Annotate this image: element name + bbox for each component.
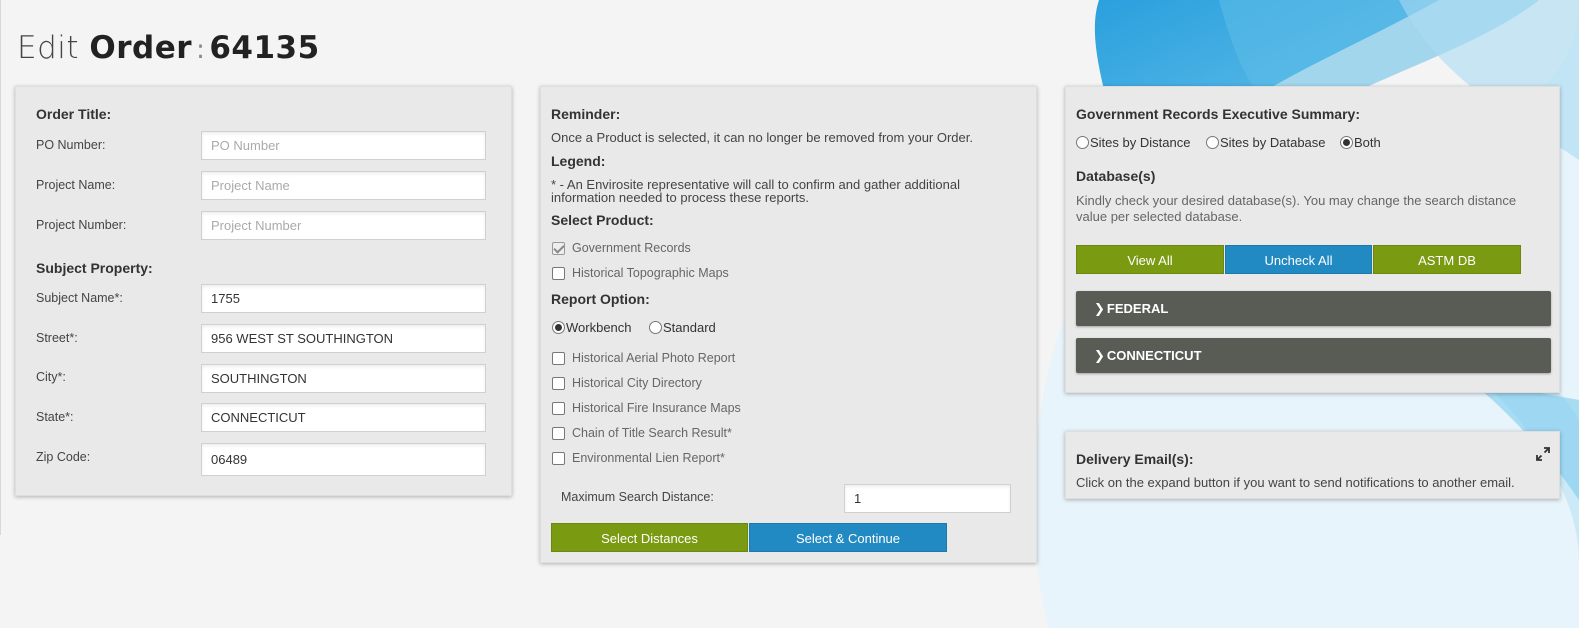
summary-option-label: Sites by Distance	[1090, 135, 1191, 150]
checkbox-checked-icon[interactable]	[552, 241, 565, 255]
checkbox-icon[interactable]	[552, 266, 565, 280]
checkbox-icon[interactable]	[552, 351, 565, 365]
summary-option-label: Sites by Database	[1220, 135, 1326, 150]
astm-db-button[interactable]: ASTM DB	[1373, 245, 1521, 274]
government-records-panel: Government Records Executive Summary: Si…	[1065, 86, 1560, 393]
report-chain-of-title[interactable]: Chain of Title Search Result*	[552, 426, 732, 440]
option-workbench[interactable]: Workbench	[552, 320, 632, 335]
expand-icon[interactable]	[1535, 446, 1551, 462]
report-label: Chain of Title Search Result*	[572, 426, 732, 440]
option-standard[interactable]: Standard	[649, 320, 716, 335]
reminder-text: Once a Product is selected, it can no lo…	[551, 130, 973, 145]
section-connecticut[interactable]: ❯ CONNECTICUT	[1076, 338, 1551, 373]
left-edge-line	[0, 0, 1, 535]
option-label: Workbench	[566, 320, 632, 335]
checkbox-icon[interactable]	[552, 426, 565, 440]
checkbox-icon[interactable]	[552, 401, 565, 415]
product-label: Government Records	[572, 241, 691, 255]
state-label: State*:	[36, 410, 74, 424]
state-input[interactable]	[201, 403, 486, 432]
product-label: Historical Topographic Maps	[572, 266, 729, 280]
select-continue-button[interactable]: Select & Continue	[749, 523, 947, 552]
zip-code-input[interactable]	[201, 443, 486, 476]
product-selection-panel: Reminder: Once a Product is selected, it…	[540, 86, 1037, 563]
max-distance-label: Maximum Search Distance:	[561, 490, 714, 504]
radio-icon[interactable]	[1076, 136, 1089, 149]
po-number-label: PO Number:	[36, 138, 106, 152]
street-label: Street*:	[36, 331, 78, 345]
project-name-input[interactable]	[201, 171, 486, 200]
max-distance-input[interactable]	[844, 484, 1011, 513]
project-number-label: Project Number:	[36, 218, 127, 232]
page-title: Edit Order:64135	[17, 30, 320, 66]
title-edit: Edit	[17, 30, 80, 66]
view-all-button[interactable]: View All	[1076, 245, 1224, 274]
street-input[interactable]	[201, 324, 486, 353]
radio-selected-icon[interactable]	[1340, 136, 1353, 149]
legend-line-2: information needed to process these repo…	[551, 190, 809, 205]
section-label: CONNECTICUT	[1106, 348, 1202, 363]
report-environmental-lien[interactable]: Environmental Lien Report*	[552, 451, 725, 465]
subject-property-heading: Subject Property:	[36, 260, 153, 276]
order-title-heading: Order Title:	[36, 106, 112, 122]
report-label: Historical Fire Insurance Maps	[572, 401, 741, 415]
order-details-panel: Order Title: PO Number: Project Name: Pr…	[15, 86, 512, 496]
summary-sites-by-distance[interactable]: Sites by Distance	[1076, 135, 1190, 150]
summary-both[interactable]: Both	[1340, 135, 1381, 150]
select-product-heading: Select Product:	[551, 212, 654, 228]
delivery-email-panel: Delivery Email(s): Click on the expand b…	[1065, 431, 1560, 499]
radio-icon[interactable]	[649, 321, 662, 334]
section-federal[interactable]: ❯ FEDERAL	[1076, 291, 1551, 326]
zip-code-label: Zip Code:	[36, 450, 91, 464]
select-distances-button[interactable]: Select Distances	[551, 523, 748, 552]
subject-name-label: Subject Name*:	[36, 291, 123, 305]
report-historical-aerial-photo[interactable]: Historical Aerial Photo Report	[552, 351, 735, 365]
option-label: Standard	[663, 320, 716, 335]
order-number: 64135	[209, 30, 320, 66]
legend-heading: Legend:	[551, 153, 606, 169]
summary-sites-by-database[interactable]: Sites by Database	[1206, 135, 1326, 150]
product-government-records[interactable]: Government Records	[552, 241, 691, 255]
report-option-heading: Report Option:	[551, 291, 650, 307]
report-label: Historical Aerial Photo Report	[572, 351, 736, 365]
checkbox-icon[interactable]	[552, 376, 565, 390]
checkbox-icon[interactable]	[552, 451, 565, 465]
project-name-label: Project Name:	[36, 178, 116, 192]
chevron-right-icon: ❯	[1094, 300, 1105, 316]
gov-summary-heading: Government Records Executive Summary:	[1076, 106, 1360, 122]
reminder-heading: Reminder:	[551, 106, 621, 122]
city-label: City*:	[36, 370, 66, 384]
uncheck-all-button[interactable]: Uncheck All	[1225, 245, 1372, 274]
city-input[interactable]	[201, 364, 486, 393]
po-number-input[interactable]	[201, 131, 486, 160]
section-label: FEDERAL	[1106, 301, 1169, 316]
databases-text-1: Kindly check your desired database(s). Y…	[1076, 193, 1517, 208]
subject-name-input[interactable]	[201, 284, 486, 313]
databases-text-2: value per selected database.	[1076, 209, 1243, 224]
report-label: Environmental Lien Report*	[572, 451, 725, 465]
delivery-heading: Delivery Email(s):	[1076, 451, 1194, 467]
chevron-right-icon: ❯	[1094, 347, 1105, 363]
radio-selected-icon[interactable]	[552, 321, 565, 334]
report-historical-city-directory[interactable]: Historical City Directory	[552, 376, 702, 390]
summary-option-label: Both	[1354, 135, 1381, 150]
databases-heading: Database(s)	[1076, 168, 1156, 184]
title-separator: :	[196, 35, 206, 65]
report-label: Historical City Directory	[572, 376, 702, 390]
product-historical-topographic-maps[interactable]: Historical Topographic Maps	[552, 266, 729, 280]
report-historical-fire-insurance[interactable]: Historical Fire Insurance Maps	[552, 401, 741, 415]
delivery-text: Click on the expand button if you want t…	[1076, 475, 1515, 490]
title-order: Order	[89, 30, 193, 66]
project-number-input[interactable]	[201, 211, 486, 240]
radio-icon[interactable]	[1206, 136, 1219, 149]
